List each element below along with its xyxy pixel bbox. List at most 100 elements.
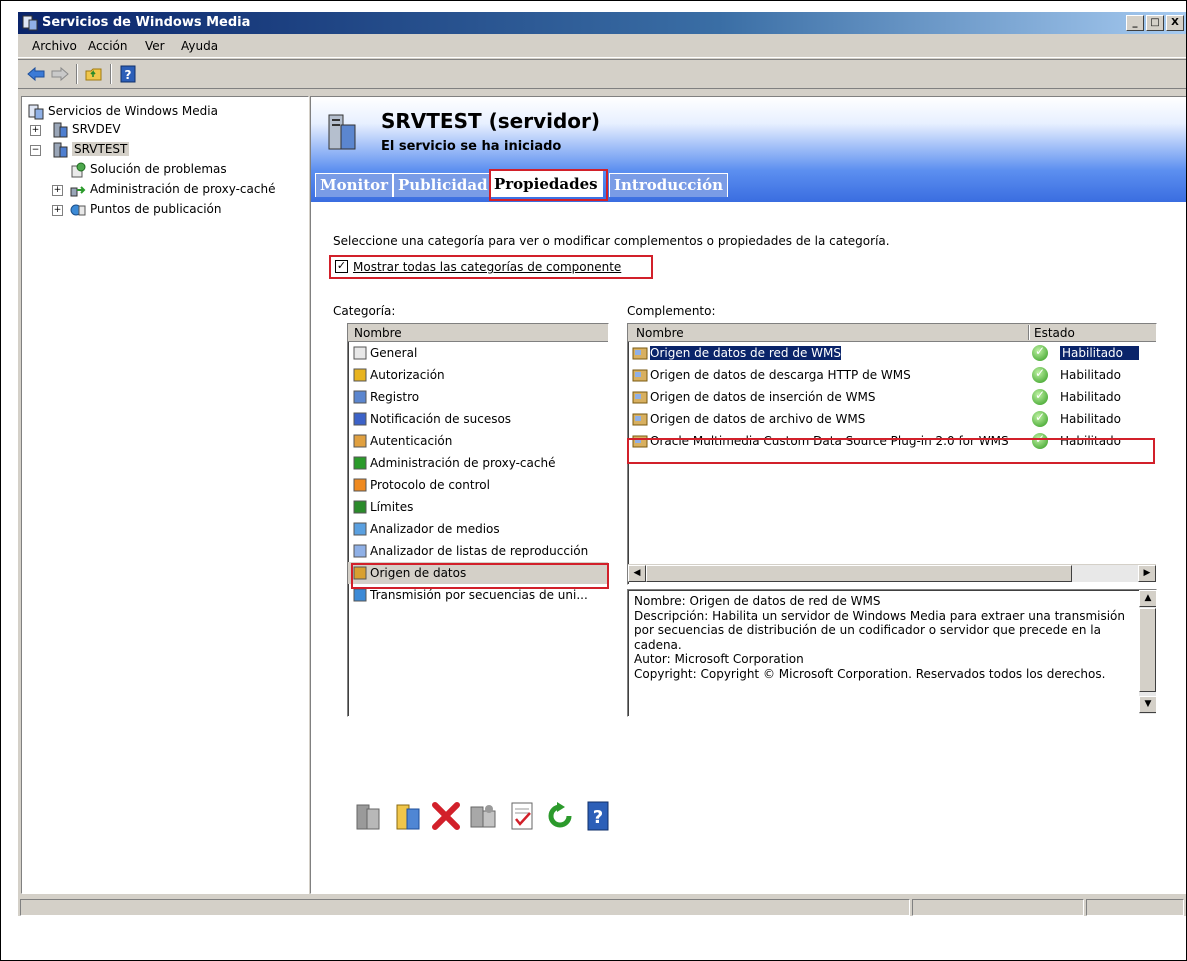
- control-protocol-icon: [353, 478, 367, 492]
- tab-introduccion[interactable]: Introducción: [609, 173, 729, 197]
- status-cell-main: [20, 899, 910, 916]
- plugin-row[interactable]: Origen de datos de descarga HTTP de WMS H…: [628, 364, 1156, 386]
- server-icon: [53, 122, 68, 138]
- plugin-status-label: Habilitado: [1060, 434, 1122, 448]
- category-label: Categoría:: [333, 304, 396, 318]
- category-item[interactable]: Límites: [348, 496, 608, 518]
- plugin-row[interactable]: Origen de datos de red de WMS Habilitado: [628, 342, 1156, 364]
- back-arrow-icon[interactable]: [26, 65, 46, 83]
- forward-arrow-icon[interactable]: [50, 65, 70, 83]
- category-item[interactable]: Registro: [348, 386, 608, 408]
- svg-text:?: ?: [593, 807, 603, 828]
- category-item[interactable]: Administración de proxy-caché: [348, 452, 608, 474]
- plugin-row[interactable]: Oracle Multimedia Custom Data Source Plu…: [628, 430, 1156, 452]
- category-list[interactable]: Nombre General Autorización Registro Notifi…: [347, 323, 609, 717]
- server-header: SRVTEST (servidor) El servicio se ha ini…: [311, 97, 1186, 202]
- plugin-row[interactable]: Origen de datos de inserción de WMS Habil…: [628, 386, 1156, 408]
- tab-propiedades[interactable]: Propiedades: [489, 169, 603, 197]
- enabled-check-icon: [1032, 366, 1048, 383]
- collapse-toggle[interactable]: −: [30, 145, 41, 156]
- delete-icon[interactable]: [429, 799, 463, 833]
- scroll-thumb[interactable]: [1139, 608, 1156, 692]
- category-item[interactable]: Autorización: [348, 364, 608, 386]
- tab-monitor[interactable]: Monitor: [315, 173, 394, 197]
- category-item-label: Registro: [370, 390, 420, 404]
- category-item[interactable]: Origen de datos: [348, 562, 608, 584]
- plugin-icon: [632, 413, 648, 426]
- up-folder-icon[interactable]: [84, 65, 104, 83]
- tab-bar: Monitor Publicidad Propiedades Introducc…: [311, 169, 1186, 201]
- scroll-left-button[interactable]: ◀: [628, 565, 646, 582]
- column-header-nombre: Nombre: [636, 326, 684, 340]
- event-notification-icon: [353, 412, 367, 426]
- plugin-status-label: Habilitado: [1060, 412, 1122, 426]
- plugin-icon: [632, 391, 648, 404]
- plugin-row[interactable]: Origen de datos de archivo de WMS Habilit…: [628, 408, 1156, 430]
- windows-media-services-icon: [28, 104, 44, 120]
- category-item-label: Administración de proxy-caché: [370, 456, 556, 470]
- refresh-icon[interactable]: [543, 799, 577, 833]
- enabled-check-icon: [1032, 388, 1048, 405]
- description-vscrollbar[interactable]: ▲ ▼: [1139, 590, 1156, 714]
- windows-media-services-icon: [22, 15, 38, 31]
- category-list-header[interactable]: Nombre: [348, 324, 608, 342]
- scroll-down-button[interactable]: ▼: [1139, 696, 1156, 713]
- server-status: El servicio se ha iniciado: [381, 139, 562, 154]
- copy-icon[interactable]: [391, 799, 425, 833]
- window-controls: _ □ X: [1126, 15, 1184, 31]
- category-item-label: Autorización: [370, 368, 445, 382]
- app-window: Servicios de Windows Media _ □ X Archivo…: [18, 12, 1186, 916]
- show-all-checkbox[interactable]: ✓: [335, 260, 348, 273]
- category-item[interactable]: Analizador de medios: [348, 518, 608, 540]
- console-tree: Servicios de Windows Media + SRVDEV − SR…: [21, 96, 309, 894]
- expand-toggle[interactable]: +: [52, 205, 63, 216]
- category-item-label: General: [370, 346, 418, 360]
- close-button[interactable]: X: [1166, 15, 1184, 31]
- general-icon: [353, 346, 367, 360]
- publishing-points-icon: [70, 204, 86, 216]
- scroll-thumb[interactable]: [646, 565, 1072, 582]
- plugin-list[interactable]: Nombre Estado Origen de datos de red de …: [627, 323, 1157, 585]
- description-copyright: Copyright: Copyright © Microsoft Corpora…: [634, 666, 1106, 681]
- media-parser-icon: [353, 522, 367, 536]
- plugin-list-hscrollbar[interactable]: ◀ ▶: [628, 564, 1156, 582]
- data-source-icon: [353, 566, 367, 580]
- category-item-label: Autenticación: [370, 434, 453, 448]
- minimize-button[interactable]: _: [1126, 15, 1144, 31]
- toolbar: ?: [18, 59, 1186, 89]
- menu-archivo[interactable]: Archivo: [32, 39, 77, 53]
- limits-icon: [353, 500, 367, 514]
- plugin-status-label: Habilitado: [1060, 368, 1122, 382]
- category-item[interactable]: Protocolo de control: [348, 474, 608, 496]
- scroll-right-button[interactable]: ▶: [1138, 565, 1156, 582]
- expand-toggle[interactable]: +: [30, 125, 41, 136]
- menu-ayuda[interactable]: Ayuda: [181, 39, 218, 53]
- properties-icon[interactable]: [467, 799, 501, 833]
- enabled-check-icon: [1032, 410, 1048, 427]
- show-all-checkbox-label[interactable]: Mostrar todas las categorías de componen…: [353, 260, 621, 274]
- category-item-label: Analizador de medios: [370, 522, 500, 536]
- menu-ver[interactable]: Ver: [145, 39, 165, 53]
- plugin-list-header[interactable]: Nombre Estado: [628, 324, 1156, 342]
- window-title: Servicios de Windows Media: [42, 15, 251, 30]
- column-separator[interactable]: [1028, 325, 1030, 340]
- expand-toggle[interactable]: +: [52, 185, 63, 196]
- category-item[interactable]: Notificación de sucesos: [348, 408, 608, 430]
- menu-accion[interactable]: Acción: [88, 39, 127, 53]
- plugin-name: Origen de datos de archivo de WMS: [650, 412, 866, 426]
- help-icon[interactable]: ?: [581, 799, 615, 833]
- help-icon[interactable]: ?: [118, 65, 138, 83]
- plugin-status-label: Habilitado: [1060, 346, 1140, 360]
- category-item[interactable]: Transmisión por secuencias de uni...: [348, 584, 608, 606]
- tab-publicidad[interactable]: Publicidad: [393, 173, 493, 197]
- details-pane: SRVTEST (servidor) El servicio se ha ini…: [310, 96, 1186, 894]
- category-item[interactable]: Autenticación: [348, 430, 608, 452]
- maximize-button[interactable]: □: [1146, 15, 1164, 31]
- plugin-icon: [632, 435, 648, 448]
- disable-icon[interactable]: [351, 799, 385, 833]
- plugin-status-label: Habilitado: [1060, 390, 1122, 404]
- check-icon[interactable]: [505, 799, 539, 833]
- category-item[interactable]: Analizador de listas de reproducción: [348, 540, 608, 562]
- category-item[interactable]: General: [348, 342, 608, 364]
- scroll-up-button[interactable]: ▲: [1139, 590, 1156, 607]
